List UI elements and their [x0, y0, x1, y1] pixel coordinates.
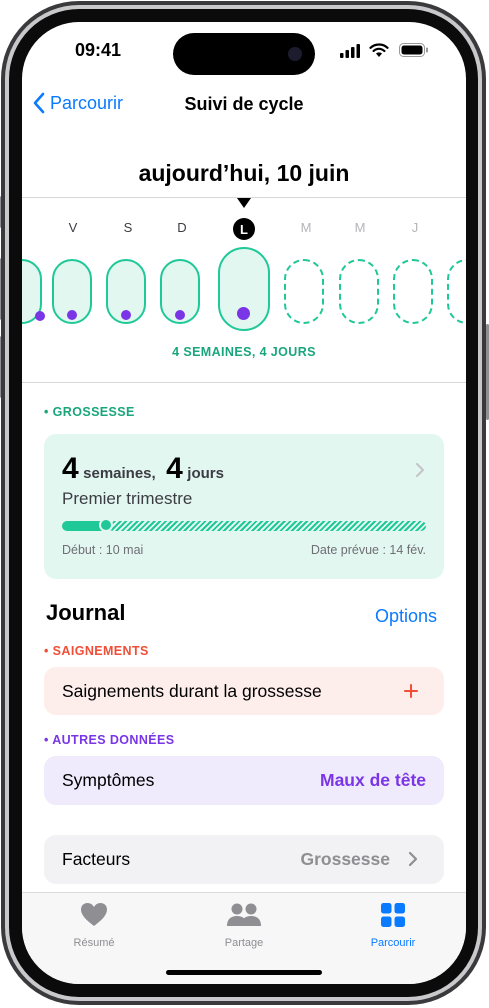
trimester-label: Premier trimestre — [62, 489, 193, 508]
chevron-right-icon — [416, 463, 424, 477]
symptoms-label: Symptômes — [62, 770, 155, 790]
day-letter: M — [354, 220, 366, 235]
front-camera — [288, 47, 302, 61]
tab-summary[interactable]: Résumé — [34, 902, 154, 949]
grid-icon — [381, 903, 405, 927]
options-button[interactable]: Options — [375, 606, 437, 627]
bleeding-dot — [237, 307, 250, 320]
bullet-icon: • — [44, 644, 49, 658]
wifi-icon — [369, 43, 389, 57]
bleeding-section-label: • SAIGNEMENTS — [44, 644, 149, 658]
day-letter: D — [177, 220, 187, 235]
pregnancy-progress-knob — [99, 518, 113, 532]
home-indicator[interactable] — [166, 970, 322, 975]
bleeding-dot — [35, 311, 45, 321]
factors-label: Facteurs — [62, 849, 131, 869]
phone-screen: 09:41 Parcourir Suivi de cycle aujourd’h… — [22, 22, 466, 984]
tab-label: Partage — [224, 937, 264, 949]
day-cell-today[interactable] — [218, 247, 270, 331]
day-letter: J — [22, 220, 44, 235]
day-cell-future[interactable] — [393, 259, 433, 324]
tab-sharing[interactable]: Partage — [184, 902, 304, 949]
bleeding-dot — [121, 310, 131, 320]
bleeding-dot — [175, 310, 185, 320]
divider — [22, 382, 466, 383]
bullet-icon: • — [44, 405, 49, 419]
people-icon — [227, 903, 261, 926]
bullet-icon: • — [44, 733, 49, 747]
factors-value: Grossesse — [300, 849, 390, 869]
heart-icon — [81, 903, 107, 926]
day-cell[interactable] — [106, 259, 146, 324]
day-cell[interactable] — [52, 259, 92, 324]
pregnancy-duration: 4 semaines, 4 jours — [62, 452, 224, 486]
date-title: aujourd’hui, 10 juin — [138, 160, 350, 186]
day-letter-today[interactable]: L — [233, 218, 255, 240]
bleeding-dot — [67, 310, 77, 320]
status-time: 09:41 — [75, 40, 122, 60]
day-cell[interactable] — [160, 259, 200, 324]
day-letter: V — [68, 220, 78, 235]
cycle-duration-label: 4 SEMAINES, 4 JOURS — [172, 345, 316, 359]
day-letter: J — [411, 220, 419, 235]
symptoms-value: Maux de tête — [320, 770, 426, 790]
battery-icon — [399, 43, 428, 57]
journal-title: Journal — [46, 600, 126, 625]
day-letter: S — [123, 220, 133, 235]
cellular-signal-icon — [340, 44, 360, 58]
bleeding-row-label: Saignements durant la grossesse — [62, 681, 322, 701]
day-cell-future[interactable] — [447, 259, 466, 324]
chevron-right-icon — [408, 851, 418, 867]
day-letter: M — [300, 220, 312, 235]
plus-icon[interactable] — [404, 684, 418, 698]
today-pointer-icon — [237, 198, 251, 208]
tab-label: Résumé — [73, 937, 115, 949]
day-cell-future[interactable] — [284, 259, 324, 324]
weeks-unit: semaines, — [83, 465, 156, 482]
day-cell-future[interactable] — [339, 259, 379, 324]
weeks-value: 4 — [62, 452, 79, 485]
start-date-label: Début : 10 mai — [62, 543, 144, 557]
pregnancy-section-label: • GROSSESSE — [44, 405, 135, 419]
due-date-label: Date prévue : 14 fév. — [310, 543, 426, 557]
day-cell[interactable] — [22, 259, 45, 324]
tab-browse[interactable]: Parcourir — [333, 902, 453, 949]
pregnancy-progress-track — [108, 521, 426, 531]
tab-label: Parcourir — [370, 937, 416, 949]
other-data-section-label: • AUTRES DONNÉES — [44, 733, 175, 747]
page-title: Suivi de cycle — [184, 94, 304, 114]
days-value: 4 — [166, 452, 183, 485]
days-unit: jours — [187, 465, 224, 482]
